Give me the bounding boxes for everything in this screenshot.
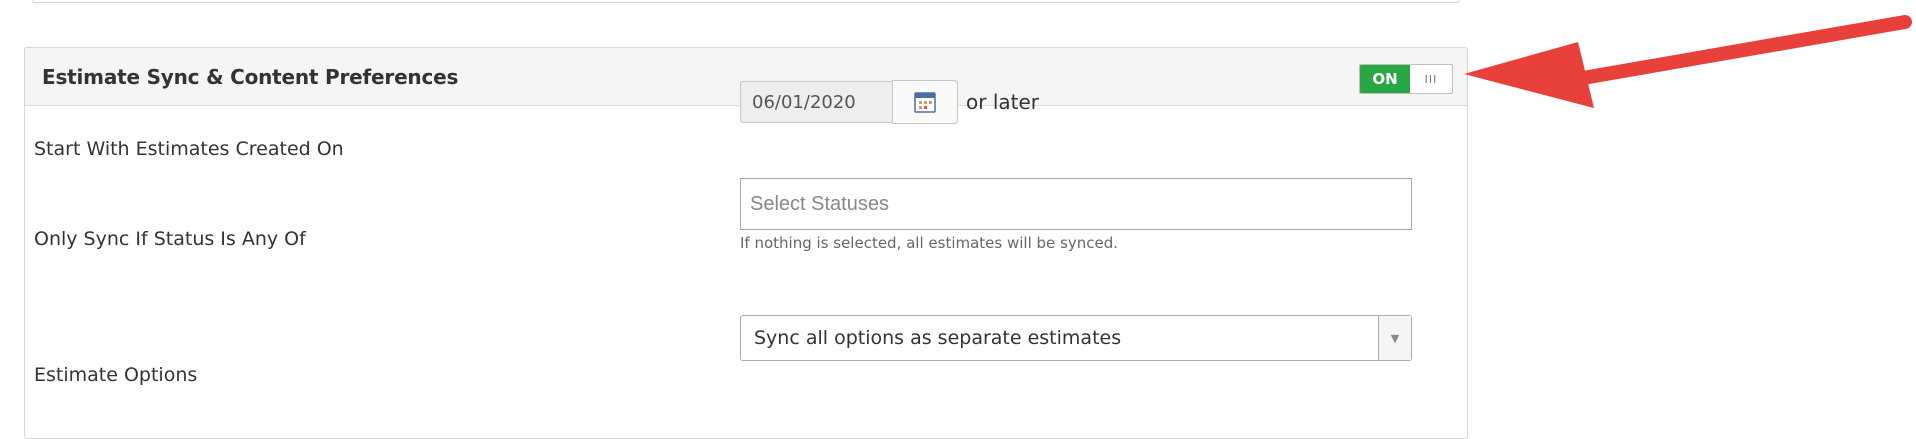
- status-select-input[interactable]: Select Statuses: [740, 178, 1412, 230]
- toggle-handle-icon: III: [1424, 72, 1438, 86]
- calendar-icon: [914, 92, 936, 113]
- status-help-text: If nothing is selected, all estimates wi…: [740, 234, 1119, 252]
- start-date-input[interactable]: 06/01/2020: [740, 81, 892, 123]
- start-date-label: Start With Estimates Created On: [34, 138, 344, 160]
- panel-title: Estimate Sync & Content Preferences: [42, 65, 459, 89]
- calendar-button[interactable]: [892, 80, 958, 124]
- toggle-on-label: ON: [1360, 65, 1410, 93]
- start-date-group: 06/01/2020 or later: [740, 80, 1039, 124]
- estimate-options-value: Sync all options as separate estimates: [754, 327, 1122, 349]
- status-filter-label: Only Sync If Status Is Any Of: [34, 228, 306, 250]
- estimate-options-label: Estimate Options: [34, 364, 198, 386]
- sync-toggle[interactable]: ON III: [1359, 64, 1453, 94]
- previous-panel-edge: [32, 0, 1460, 3]
- estimate-options-select[interactable]: Sync all options as separate estimates ▼: [740, 315, 1412, 361]
- chevron-down-icon[interactable]: ▼: [1378, 316, 1411, 360]
- date-suffix: or later: [966, 90, 1039, 114]
- red-arrow-annotation: [1464, 15, 1912, 108]
